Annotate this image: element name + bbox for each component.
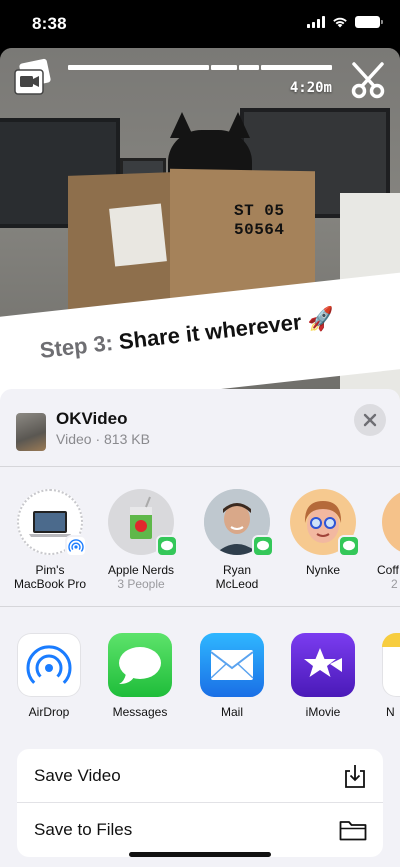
person-name: Nynke [305, 563, 340, 577]
airdrop-icon [68, 539, 84, 552]
home-indicator[interactable] [129, 852, 271, 857]
messages-badge [156, 535, 178, 557]
folder-icon [339, 821, 367, 841]
app-label: iMovie [305, 705, 341, 719]
person-name: Pim's MacBook Pro [13, 563, 87, 591]
envelope-icon [210, 650, 254, 680]
avatar [382, 489, 400, 555]
share-sheet: OKVideo Video · 813 KB Pim's MacBook Pro… [0, 389, 400, 867]
save-download-icon [345, 764, 365, 788]
save-video-action[interactable]: Save Video [17, 749, 383, 803]
messages-badge [252, 535, 274, 557]
action-label: Save Video [34, 765, 121, 785]
share-apps-row: AirDrop Messages Mail iMovie N [0, 607, 400, 735]
close-button[interactable] [354, 404, 386, 436]
video-duration: 4:20m [289, 80, 332, 96]
trim-button[interactable] [348, 60, 388, 100]
app-airdrop[interactable]: AirDrop [9, 633, 89, 719]
share-item-title: OKVideo [56, 409, 128, 428]
message-bubble-icon [343, 540, 355, 551]
person-nynke[interactable]: Nynke [273, 489, 373, 577]
notes-app-icon [382, 633, 400, 697]
box-printed-text: ST 05 50564 [234, 202, 285, 240]
person-subtitle: 2 [391, 577, 398, 591]
app-imovie[interactable]: iMovie [283, 633, 363, 719]
app-label: AirDrop [28, 705, 70, 719]
messages-badge [338, 535, 360, 557]
box-shipping-label [109, 203, 167, 267]
app-label: Mail [220, 705, 243, 719]
save-to-files-action[interactable]: Save to Files [17, 803, 383, 857]
person-apple-nerds[interactable]: Apple Nerds 3 People [91, 489, 191, 591]
box-text-line1: ST 05 [234, 202, 285, 220]
imovie-app-icon [291, 633, 355, 697]
person-name: Coff [377, 563, 399, 577]
airdrop-app-icon [17, 633, 81, 697]
app-notes[interactable]: N [374, 633, 400, 719]
person-subtitle: 3 People [117, 577, 165, 591]
rocket-icon: 🚀 [305, 305, 336, 334]
person-coff[interactable]: Coff 2 [360, 489, 400, 591]
message-bubble-icon [161, 540, 173, 551]
messages-app-icon [108, 633, 172, 697]
airdrop-badge [65, 535, 87, 557]
status-time: 8:38 [32, 14, 67, 33]
person-ryan-mcleod[interactable]: Ryan McLeod [187, 489, 287, 591]
video-thumbnail [16, 413, 46, 451]
close-icon [363, 413, 377, 427]
battery-icon [355, 16, 383, 28]
cellular-signal-icon [307, 16, 325, 28]
star-camera-icon [304, 648, 342, 677]
app-label: N [386, 705, 395, 719]
app-mail[interactable]: Mail [192, 633, 272, 719]
message-bubble-icon [257, 540, 269, 551]
share-actions-list: Save Video Save to Files [17, 749, 383, 857]
action-label: Save to Files [34, 820, 133, 839]
message-bubble-icon [119, 647, 161, 684]
airdrop-people-row: Pim's MacBook Pro Apple Nerds 3 People R… [0, 467, 400, 607]
trim-progress-bar[interactable] [68, 65, 332, 70]
person-name: Apple Nerds [107, 563, 175, 577]
person-name: Ryan McLeod [215, 563, 259, 591]
gallery-button[interactable] [12, 58, 52, 98]
status-bar: 8:38 [0, 0, 400, 48]
airdrop-icon [26, 645, 72, 684]
share-sheet-header: OKVideo Video · 813 KB [0, 389, 400, 467]
gallery-icon [14, 58, 51, 95]
scissors-icon [351, 62, 385, 99]
app-label: Messages [112, 705, 168, 719]
share-item-subtitle: Video · 813 KB [56, 431, 150, 447]
mail-app-icon [200, 633, 264, 697]
person-pims-macbook[interactable]: Pim's MacBook Pro [0, 489, 100, 591]
box-text-line2: 50564 [234, 221, 285, 239]
status-icons [307, 16, 383, 28]
wifi-icon [333, 17, 347, 28]
app-messages[interactable]: Messages [100, 633, 180, 719]
